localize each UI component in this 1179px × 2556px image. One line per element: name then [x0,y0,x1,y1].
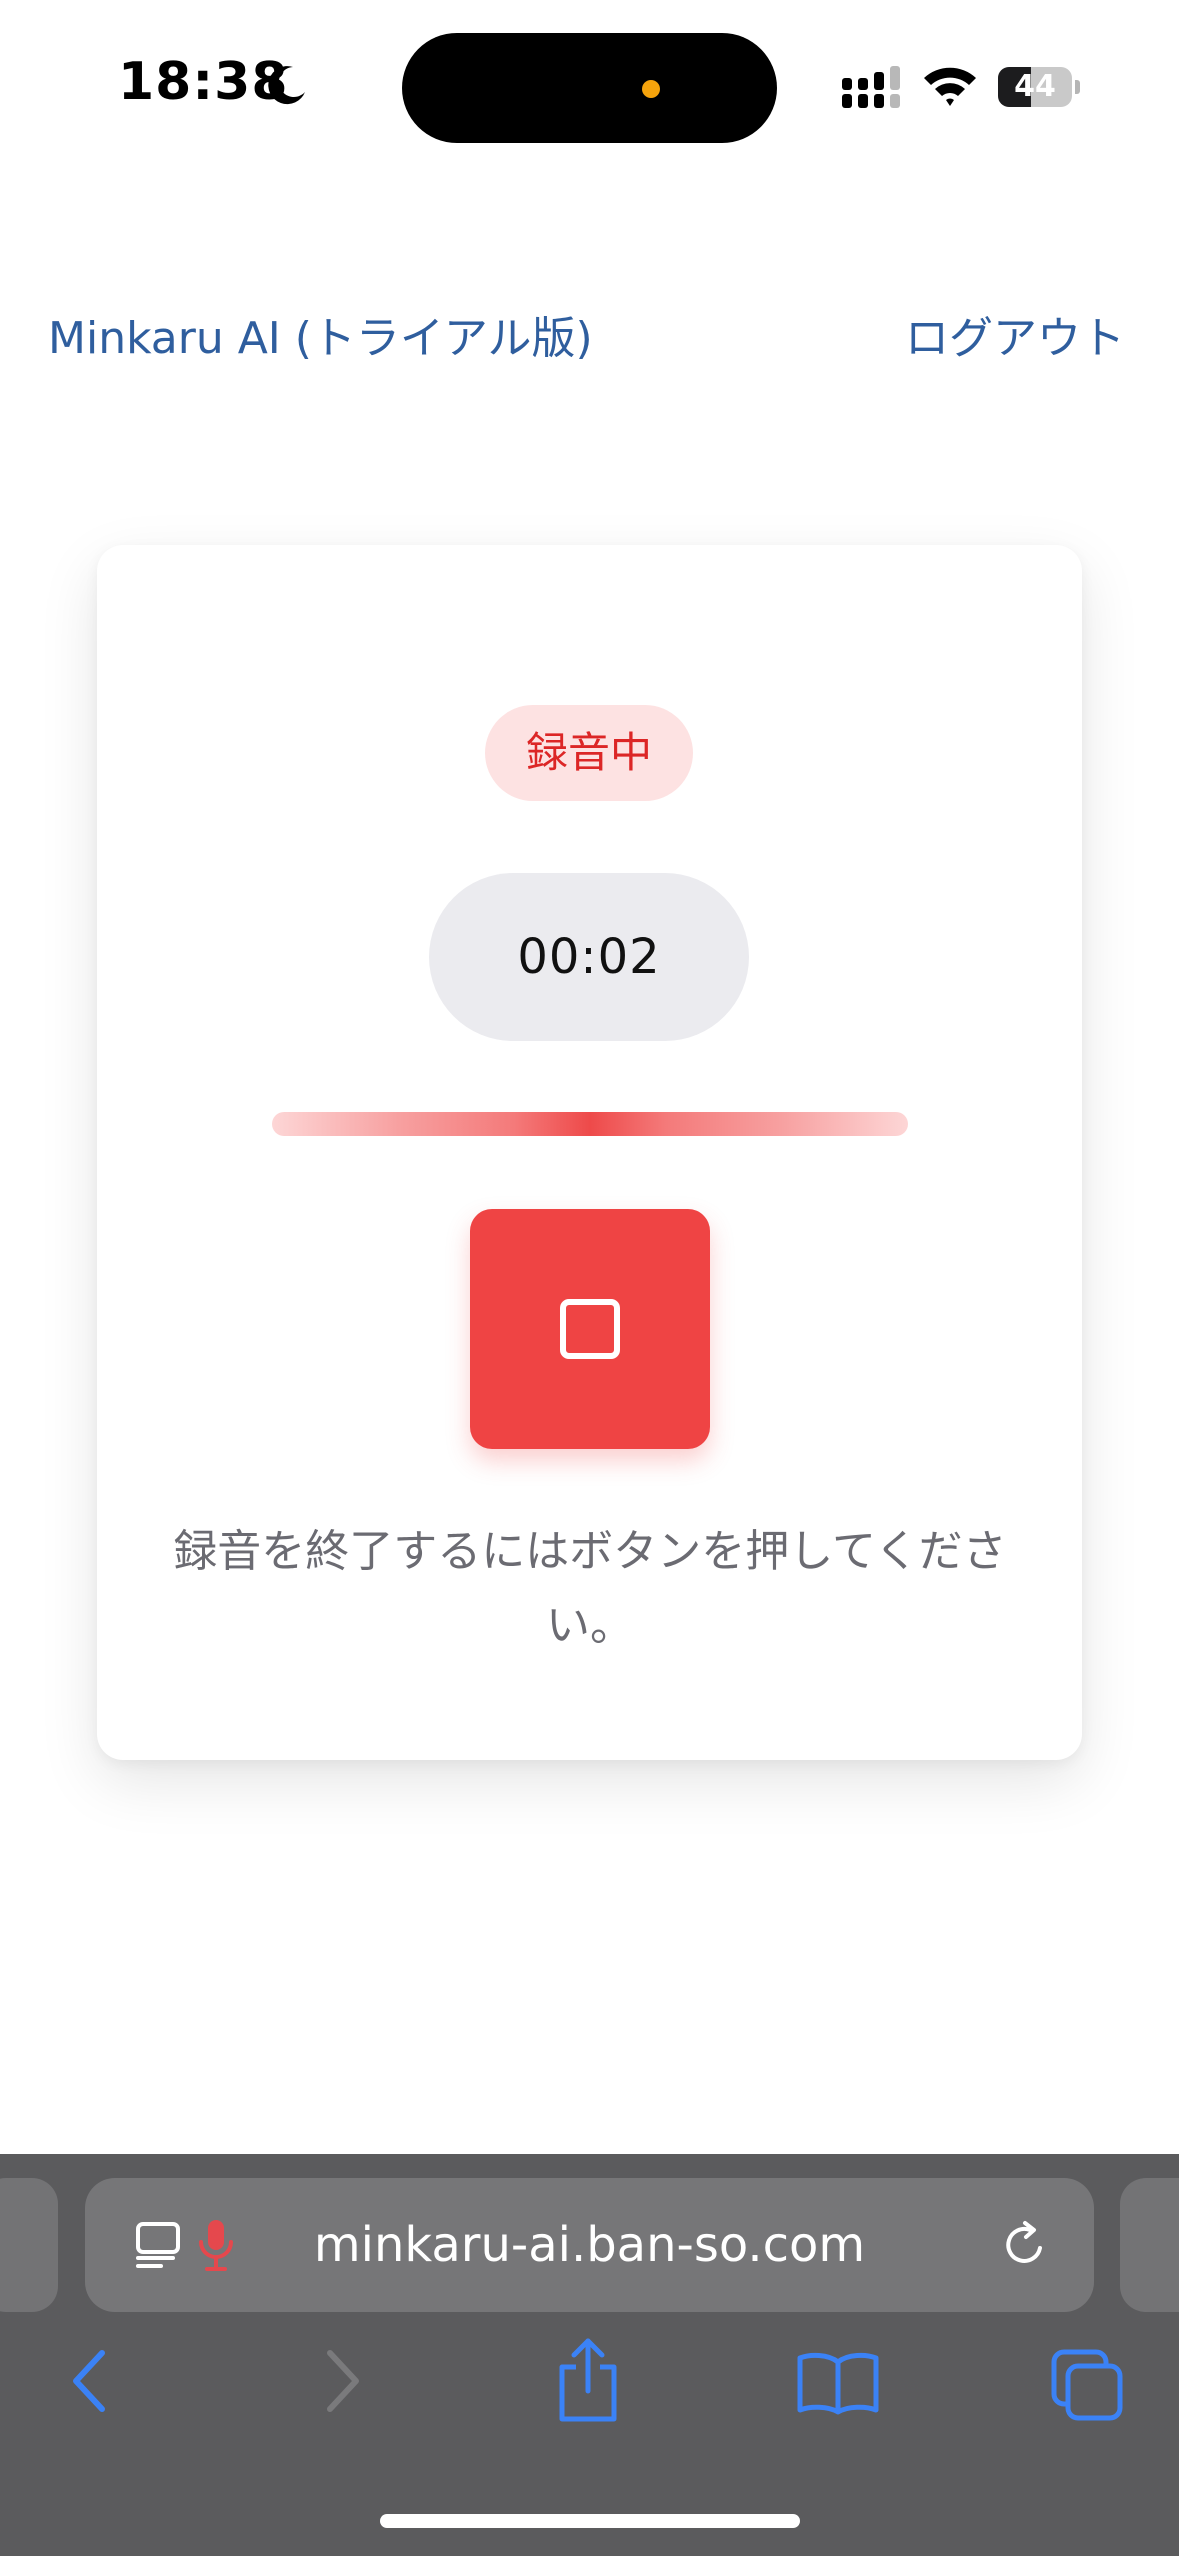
battery-icon: 44 [998,67,1080,107]
tabs-icon[interactable] [1050,2348,1124,2422]
battery-level: 44 [1014,69,1056,104]
url-text[interactable]: minkaru-ai.ban-so.com [85,2178,1094,2312]
forward-icon[interactable] [312,2345,372,2417]
back-icon[interactable] [60,2345,120,2417]
reader-icon[interactable] [135,2220,185,2270]
status-bar: 18:38 44 [0,0,1179,175]
instruction-text: 録音を終了するにはボタンを押してください。 [173,1526,1007,1651]
recording-status-badge: 録音中 [485,705,693,801]
recording-timer: 00:02 [429,873,749,1041]
status-time: 18:38 [118,52,289,112]
logout-link[interactable]: ログアウト [905,302,1125,366]
bookmarks-icon[interactable] [796,2350,880,2416]
previous-tab-preview[interactable] [0,2178,58,2312]
microphone-icon[interactable] [197,2218,235,2272]
stop-recording-button[interactable] [470,1209,710,1449]
address-bar[interactable]: minkaru-ai.ban-so.com [85,2178,1094,2312]
cellular-signal-icon [842,66,900,108]
dynamic-island [402,33,777,143]
mic-in-use-indicator [642,80,660,98]
reload-icon[interactable] [1000,2220,1050,2270]
app-title-link[interactable]: Minkaru AI (トライアル版) [48,302,593,366]
stop-icon [560,1299,620,1359]
moon-icon [268,66,305,105]
next-tab-preview[interactable] [1120,2178,1179,2312]
home-indicator [380,2514,800,2528]
audio-level-bar [272,1112,908,1136]
wifi-icon [924,67,976,106]
share-icon[interactable] [552,2335,624,2425]
